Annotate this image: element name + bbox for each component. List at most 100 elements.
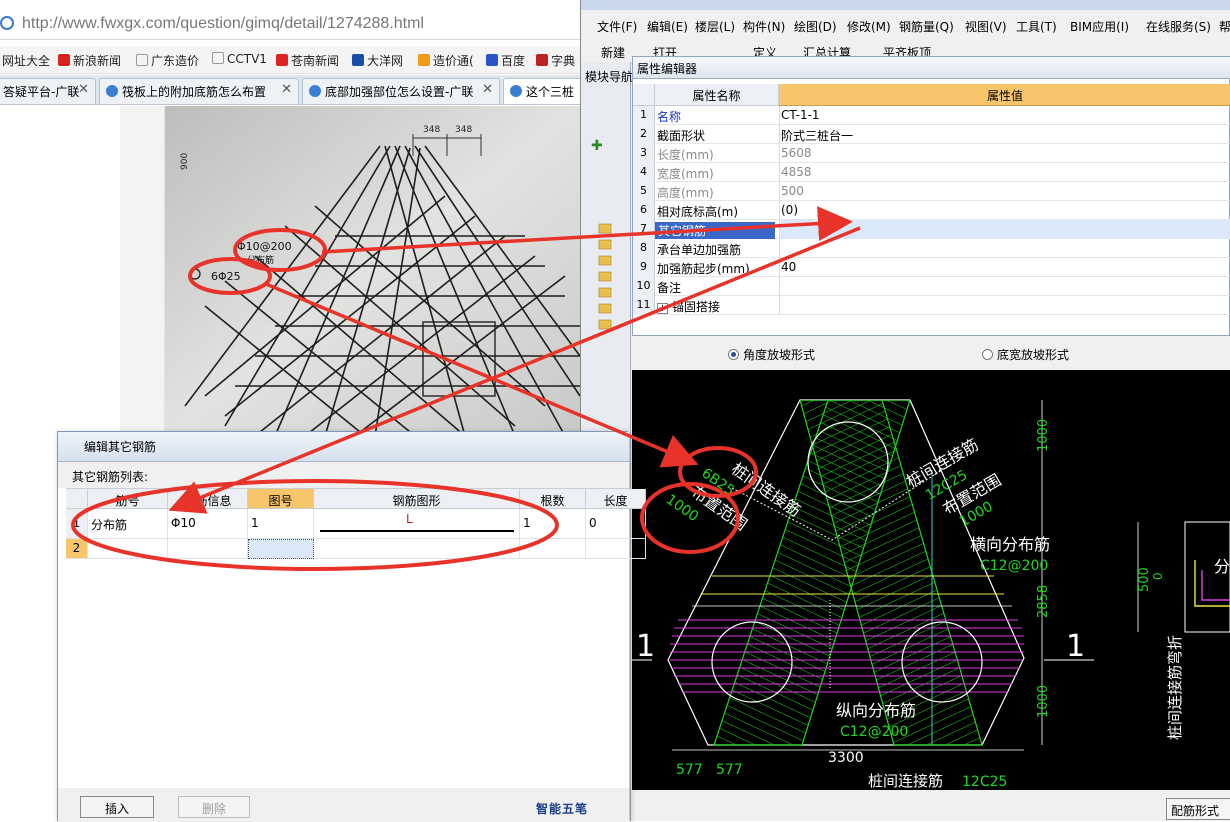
- row-1-num: 1: [66, 509, 88, 539]
- property-name: 相对底标高(m): [657, 203, 777, 220]
- column-divider: [779, 163, 780, 182]
- row-1-length[interactable]: 0: [586, 509, 646, 539]
- ggj-title-bar: [581, 0, 1230, 10]
- menu-modify[interactable]: 修改(M): [847, 18, 891, 35]
- grid-header-name[interactable]: 筋号: [88, 489, 168, 509]
- bookmark-0[interactable]: 网址大全: [2, 52, 50, 69]
- rebar-form-button[interactable]: 配筋形式: [1166, 798, 1230, 820]
- property-value[interactable]: 4858: [781, 165, 812, 179]
- insert-button[interactable]: 插入: [80, 796, 154, 818]
- tab-1[interactable]: 筏板上的附加底筋怎么布置 ✕: [99, 78, 299, 104]
- menu-floor[interactable]: 楼层(L): [695, 18, 735, 35]
- row-1-shape[interactable]: L: [314, 509, 520, 539]
- bookmark-7[interactable]: 百度: [486, 52, 525, 69]
- bookmark-1[interactable]: 新浪新闻: [58, 52, 121, 69]
- bookmarks-bar: 网址大全 新浪新闻 广东造价 CCTV1 苍南新闻 大洋网 造价通( 百度 字典: [0, 46, 580, 74]
- column-divider: [779, 239, 780, 258]
- property-row-10[interactable]: 10 备注: [633, 277, 1230, 296]
- menu-view[interactable]: 视图(V): [965, 18, 1007, 35]
- tab-0[interactable]: 答疑平台-广联 ✕: [0, 78, 96, 104]
- folder-icons: [598, 223, 612, 330]
- expand-plus-icon[interactable]: +: [657, 303, 668, 314]
- property-value[interactable]: 阶式三桩台一: [781, 127, 853, 144]
- menu-tools[interactable]: 工具(T): [1016, 18, 1057, 35]
- grid-header-count[interactable]: 根数: [520, 489, 586, 509]
- tab-2[interactable]: 底部加强部位怎么设置-广联 ✕: [302, 78, 500, 104]
- url-text[interactable]: http://www.fwxgx.com/question/gimq/detai…: [22, 15, 424, 33]
- address-bar[interactable]: http://www.fwxgx.com/question/gimq/detai…: [0, 10, 580, 40]
- menu-bim[interactable]: BIM应用(I): [1070, 18, 1129, 35]
- grid-header-shape[interactable]: 钢筋图形: [314, 489, 520, 509]
- row-1-count[interactable]: 1: [520, 509, 586, 539]
- row-1-fig[interactable]: 1: [248, 509, 314, 539]
- grid-header-length[interactable]: 长度: [586, 489, 646, 509]
- grid-header-info[interactable]: 钢筋信息: [168, 489, 248, 509]
- photo-dim-left: 900: [180, 153, 190, 170]
- property-name-text: 高度(mm): [657, 186, 714, 200]
- row-2-info[interactable]: [168, 539, 248, 559]
- property-name-text: 加强筋起步(mm): [657, 262, 750, 276]
- row-2-count[interactable]: [520, 539, 586, 559]
- page-icon: [212, 52, 224, 64]
- property-row-num: 4: [633, 163, 655, 182]
- news-icon: [276, 54, 288, 66]
- grid-header-fig[interactable]: 图号: [248, 489, 314, 509]
- photo-label-phi10: Φ10@200: [237, 240, 292, 253]
- row-1-name[interactable]: 分布筋: [88, 509, 168, 539]
- property-row-3[interactable]: 3 长度(mm) 5608: [633, 144, 1230, 163]
- property-value[interactable]: 500: [781, 184, 804, 198]
- bookmark-8[interactable]: 字典: [536, 52, 575, 69]
- rebar-grid: 筋号 钢筋信息 图号 钢筋图形 根数 长度 1 分布筋 Φ10 1 L 1 0 …: [66, 488, 646, 788]
- property-row-11[interactable]: 11 + 锚固搭接: [633, 296, 1230, 315]
- radio-angle-slope[interactable]: 角度放坡形式: [728, 346, 815, 363]
- edit-other-rebar-dialog: 编辑其它钢筋 其它钢筋列表: 筋号 钢筋信息 图号 钢筋图形 根数 长度 1 分…: [57, 431, 646, 822]
- row-2-num: 2: [66, 539, 88, 559]
- property-value[interactable]: CT-1-1: [781, 108, 820, 122]
- side-dim-500: 500: [1137, 567, 1152, 592]
- dim-right-top: 1000: [1036, 419, 1051, 452]
- menu-edit[interactable]: 编辑(E): [647, 18, 688, 35]
- side-dim-0: 0: [1151, 572, 1165, 580]
- property-name: + 锚固搭接: [657, 298, 777, 315]
- bookmark-4[interactable]: 苍南新闻: [276, 52, 339, 69]
- tab-3-active[interactable]: 这个三桩: [503, 78, 583, 104]
- row-2-shape[interactable]: [314, 539, 520, 559]
- property-row-4[interactable]: 4 宽度(mm) 4858: [633, 163, 1230, 182]
- menu-rebar-qty[interactable]: 钢筋量(Q): [899, 18, 954, 35]
- column-divider: [779, 144, 780, 163]
- radio-width-slope[interactable]: 底宽放坡形式: [982, 346, 1069, 363]
- selected-value-cell[interactable]: [780, 220, 1230, 239]
- bookmark-5[interactable]: 大洋网: [352, 52, 403, 69]
- row-2-length[interactable]: [586, 539, 646, 559]
- row-1-info[interactable]: Φ10: [168, 509, 248, 539]
- property-row-6[interactable]: 6 相对底标高(m) (0): [633, 201, 1230, 220]
- add-icon[interactable]: ✚: [591, 138, 603, 154]
- menu-online[interactable]: 在线服务(S): [1146, 18, 1211, 35]
- property-row-1[interactable]: 1 名称 CT-1-1: [633, 106, 1230, 125]
- cad-preview-canvas[interactable]: 1 1 1000 2858 1000 577 577 3300 桩间连接筋 6B…: [632, 370, 1230, 790]
- menu-component[interactable]: 构件(N): [743, 18, 785, 35]
- property-name-text: 宽度(mm): [657, 167, 714, 181]
- toolbar-new[interactable]: 新建: [601, 44, 625, 60]
- row-2-name[interactable]: [88, 539, 168, 559]
- bookmark-6[interactable]: 造价通(: [418, 52, 474, 69]
- bookmark-2[interactable]: 广东造价: [136, 52, 199, 69]
- delete-button[interactable]: 删除: [178, 796, 250, 818]
- dayang-icon: [352, 54, 364, 66]
- close-icon[interactable]: ✕: [482, 82, 493, 97]
- property-row-9[interactable]: 9 加强筋起步(mm) 40: [633, 258, 1230, 277]
- menu-draw[interactable]: 绘图(D): [794, 18, 837, 35]
- property-value[interactable]: 40: [781, 260, 796, 274]
- close-icon[interactable]: ✕: [78, 82, 89, 97]
- property-row-8[interactable]: 8 承台单边加强筋: [633, 239, 1230, 258]
- property-row-7[interactable]: 7 其它钢筋: [633, 220, 1230, 239]
- property-row-2[interactable]: 2 截面形状 阶式三桩台一: [633, 125, 1230, 144]
- bookmark-3[interactable]: CCTV1: [212, 52, 267, 66]
- menu-file[interactable]: 文件(F): [597, 18, 637, 35]
- property-row-5[interactable]: 5 高度(mm) 500: [633, 182, 1230, 201]
- menu-help[interactable]: 帮助: [1219, 18, 1230, 35]
- close-icon[interactable]: ✕: [281, 82, 292, 97]
- property-value[interactable]: (0): [781, 203, 798, 217]
- property-value[interactable]: 5608: [781, 146, 812, 160]
- row-2-fig-selected[interactable]: [248, 539, 314, 559]
